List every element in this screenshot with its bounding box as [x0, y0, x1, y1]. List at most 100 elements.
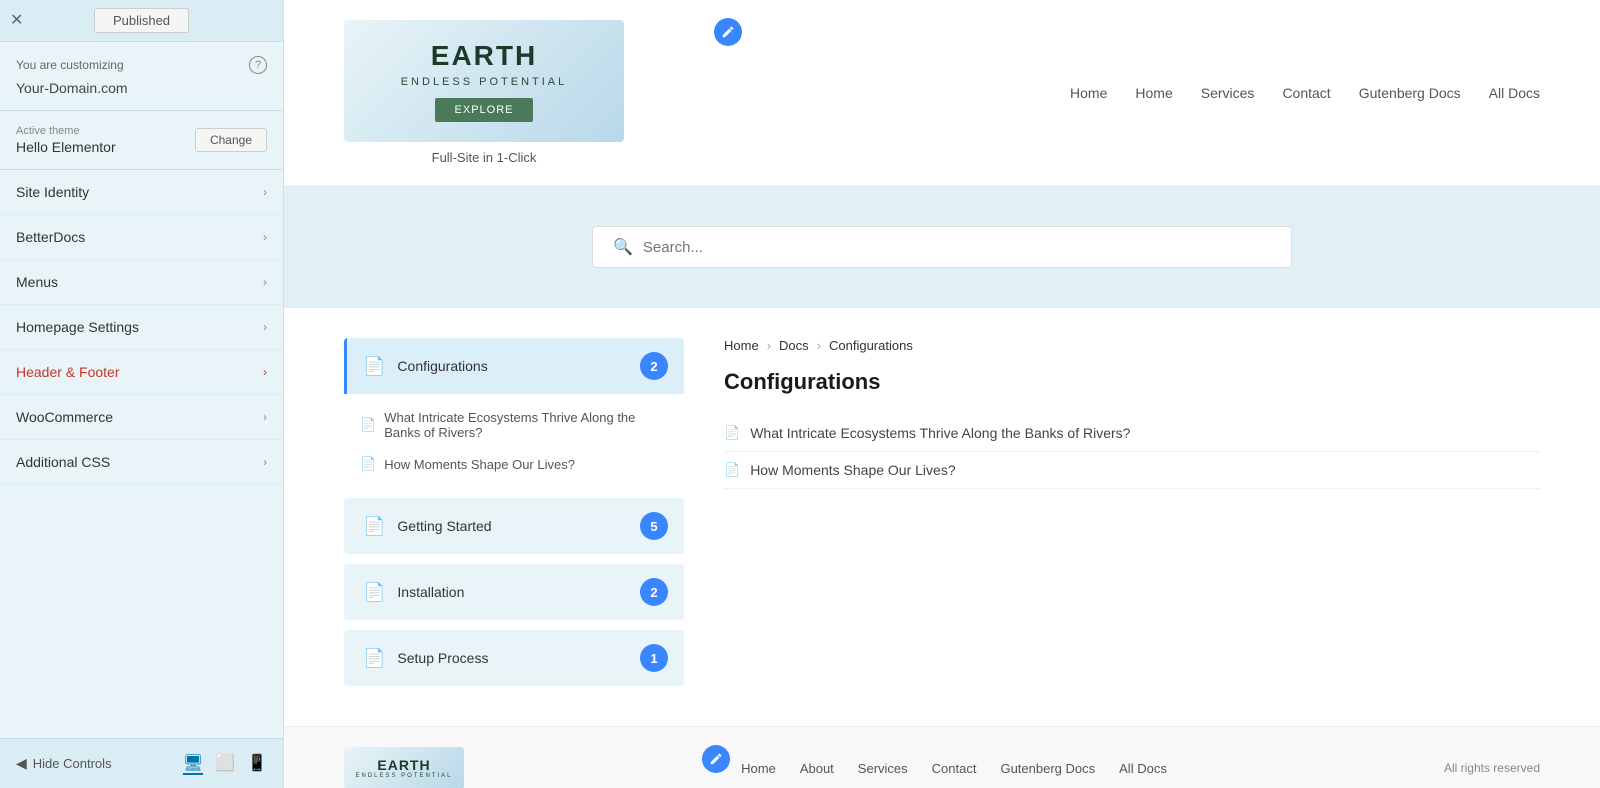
breadcrumb-docs[interactable]: Docs	[779, 338, 809, 353]
folder-icon: 📄	[363, 582, 385, 603]
folder-icon: 📄	[363, 356, 385, 377]
doc-category-name: Installation	[397, 584, 464, 600]
folder-icon: 📄	[363, 648, 385, 669]
breadcrumb-configurations[interactable]: Configurations	[829, 338, 913, 353]
edit-header-button[interactable]	[714, 18, 742, 46]
footer-nav-contact[interactable]: Contact	[932, 761, 977, 776]
doc-category-setup-process: 📄 Setup Process 1	[344, 630, 684, 686]
nav-item-contact[interactable]: Contact	[1282, 85, 1330, 101]
breadcrumb-sep: ›	[767, 338, 771, 353]
menu-item-betterdocs[interactable]: BetterDocs ›	[0, 215, 283, 260]
bottom-bar: ◀ Hide Controls 🖥 ⬜ 📱	[0, 738, 283, 788]
chevron-right-icon: ›	[263, 410, 267, 424]
doc-category-header-setup-process[interactable]: 📄 Setup Process 1	[344, 630, 684, 686]
doc-sub-items: 📄 What Intricate Ecosystems Thrive Along…	[344, 394, 684, 488]
doc-category-header-installation[interactable]: 📄 Installation 2	[344, 564, 684, 620]
doc-category-configurations: 📄 Configurations 2 📄 What Intricate Ecos…	[344, 338, 684, 488]
doc-category-name: Getting Started	[397, 518, 491, 534]
hero-explore-button[interactable]: EXPLORE	[435, 98, 534, 122]
doc-count-badge: 1	[640, 644, 668, 672]
menu-item-site-identity[interactable]: Site Identity ›	[0, 170, 283, 215]
doc-sub-item[interactable]: 📄 How Moments Shape Our Lives?	[344, 448, 684, 480]
chevron-right-icon: ›	[263, 455, 267, 469]
footer-logo-subtitle: ENDLESS POTENTIAL	[354, 773, 454, 779]
doc-category-left: 📄 Configurations	[363, 356, 488, 377]
content-item-label: How Moments Shape Our Lives?	[750, 462, 955, 478]
doc-count-badge: 2	[640, 352, 668, 380]
footer-nav-all-docs[interactable]: All Docs	[1119, 761, 1167, 776]
nav-item-services[interactable]: Services	[1201, 85, 1255, 101]
menu-item-label: WooCommerce	[16, 409, 113, 425]
customizing-text: You are customizing	[16, 58, 124, 72]
footer-nav-gutenberg-docs[interactable]: Gutenberg Docs	[1000, 761, 1095, 776]
doc-category-getting-started: 📄 Getting Started 5	[344, 498, 684, 554]
doc-category-left: 📄 Installation	[363, 582, 464, 603]
search-input[interactable]	[643, 239, 1271, 256]
doc-category-header-getting-started[interactable]: 📄 Getting Started 5	[344, 498, 684, 554]
hero-banner: EARTH ENDLESS POTENTIAL EXPLORE	[344, 20, 624, 142]
docs-content-area: Home › Docs › Configurations Configurati…	[724, 338, 1540, 696]
doc-category-header-configurations[interactable]: 📄 Configurations 2	[344, 338, 684, 394]
doc-file-icon: 📄	[360, 417, 376, 433]
tablet-icon[interactable]: ⬜	[215, 753, 235, 775]
left-arrow-icon: ◀	[16, 755, 27, 772]
desktop-icon[interactable]: 🖥	[183, 753, 203, 775]
site-navigation: Home Home Services Contact Gutenberg Doc…	[1070, 85, 1540, 101]
theme-name: Hello Elementor	[16, 139, 116, 155]
footer-nav-home[interactable]: Home	[741, 761, 776, 776]
folder-icon: 📄	[363, 516, 385, 537]
chevron-right-icon: ›	[263, 275, 267, 289]
content-item[interactable]: 📄 How Moments Shape Our Lives?	[724, 452, 1540, 489]
site-header-preview: EARTH ENDLESS POTENTIAL EXPLORE Full-Sit…	[284, 0, 1600, 186]
help-icon[interactable]: ?	[249, 56, 267, 74]
device-icons: 🖥 ⬜ 📱	[183, 753, 267, 775]
doc-file-icon: 📄	[360, 456, 376, 472]
hero-title: EARTH	[364, 40, 604, 72]
menu-item-label: BetterDocs	[16, 229, 85, 245]
menu-item-label: Additional CSS	[16, 454, 110, 470]
doc-category-left: 📄 Setup Process	[363, 648, 488, 669]
nav-item-all-docs[interactable]: All Docs	[1489, 85, 1540, 101]
doc-category-name: Setup Process	[397, 650, 488, 666]
chevron-right-icon: ›	[263, 320, 267, 334]
nav-item-home[interactable]: Home	[1070, 85, 1107, 101]
doc-count-badge: 5	[640, 512, 668, 540]
content-item-label: What Intricate Ecosystems Thrive Along t…	[750, 425, 1130, 441]
doc-category-name: Configurations	[397, 358, 487, 374]
content-item[interactable]: 📄 What Intricate Ecosystems Thrive Along…	[724, 415, 1540, 452]
nav-item-about[interactable]: Home	[1135, 85, 1172, 101]
hero-subtitle: ENDLESS POTENTIAL	[364, 76, 604, 88]
menu-item-header-footer[interactable]: Header & Footer ›	[0, 350, 283, 395]
menu-item-label: Site Identity	[16, 184, 89, 200]
menu-item-homepage-settings[interactable]: Homepage Settings ›	[0, 305, 283, 350]
menu-item-label: Homepage Settings	[16, 319, 139, 335]
edit-footer-button[interactable]	[702, 745, 730, 773]
doc-file-icon: 📄	[724, 462, 740, 478]
footer-nav-about[interactable]: About	[800, 761, 834, 776]
doc-category-left: 📄 Getting Started	[363, 516, 492, 537]
mobile-icon[interactable]: 📱	[247, 753, 267, 775]
docs-section: 📄 Configurations 2 📄 What Intricate Ecos…	[284, 308, 1600, 726]
change-theme-button[interactable]: Change	[195, 128, 267, 152]
chevron-right-icon: ›	[263, 365, 267, 379]
full-site-label: Full-Site in 1-Click	[344, 150, 624, 165]
breadcrumb-home[interactable]: Home	[724, 338, 759, 353]
hide-controls-button[interactable]: ◀ Hide Controls	[16, 755, 112, 772]
published-button[interactable]: Published	[94, 8, 189, 33]
content-title: Configurations	[724, 369, 1540, 395]
customizer-menu: Site Identity › BetterDocs › Menus › Hom…	[0, 170, 283, 738]
doc-category-installation: 📄 Installation 2	[344, 564, 684, 620]
breadcrumb: Home › Docs › Configurations	[724, 338, 1540, 353]
doc-sub-item[interactable]: 📄 What Intricate Ecosystems Thrive Along…	[344, 402, 684, 448]
top-bar: ✕ Published	[0, 0, 283, 42]
nav-item-gutenberg-docs[interactable]: Gutenberg Docs	[1359, 85, 1461, 101]
menu-item-woocommerce[interactable]: WooCommerce ›	[0, 395, 283, 440]
domain-text: Your-Domain.com	[0, 78, 283, 110]
doc-sub-item-label: How Moments Shape Our Lives?	[384, 457, 575, 472]
footer-nav-services[interactable]: Services	[858, 761, 908, 776]
menu-item-additional-css[interactable]: Additional CSS ›	[0, 440, 283, 485]
menu-item-label: Menus	[16, 274, 58, 290]
close-button[interactable]: ✕	[10, 13, 23, 29]
menu-item-menus[interactable]: Menus ›	[0, 260, 283, 305]
doc-count-badge: 2	[640, 578, 668, 606]
